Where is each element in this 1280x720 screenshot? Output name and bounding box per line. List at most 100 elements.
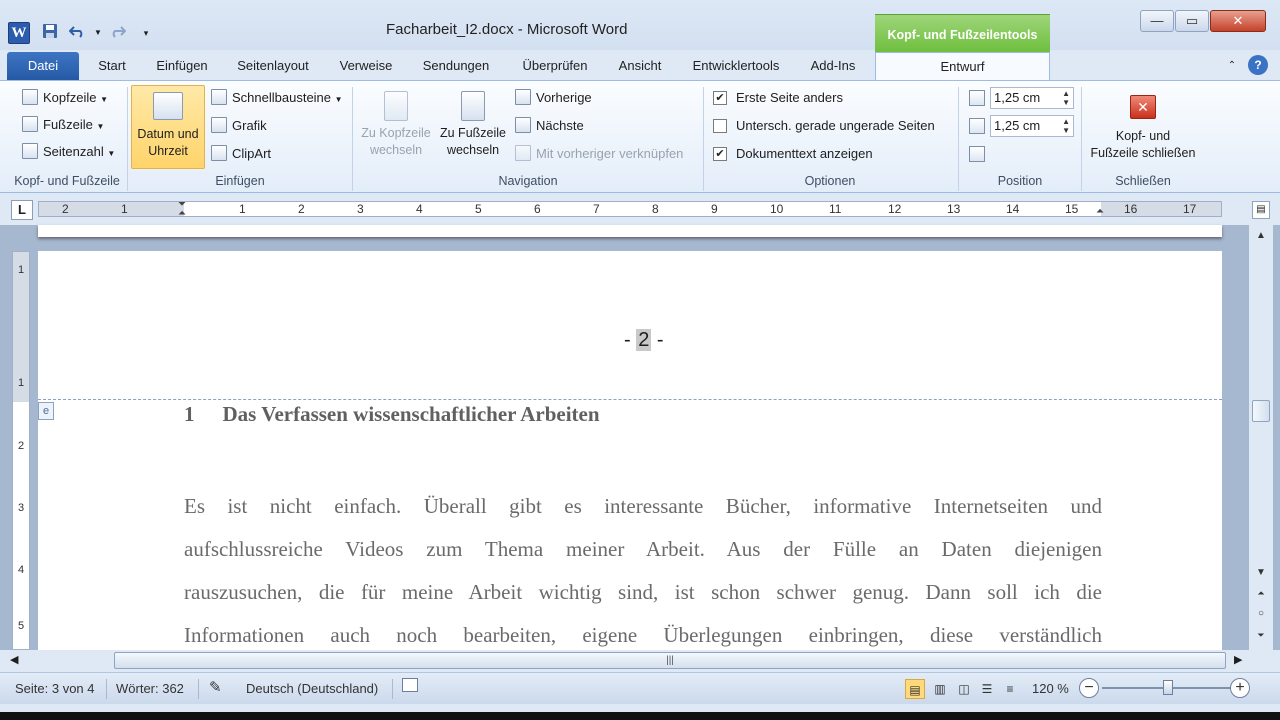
right-indent-marker[interactable]: ⏶ xyxy=(1096,206,1104,217)
minimize-button[interactable]: — xyxy=(1140,10,1174,32)
save-icon[interactable] xyxy=(40,23,60,43)
redo-icon[interactable] xyxy=(107,23,127,43)
previous-page-icon[interactable]: ⏶ xyxy=(1253,585,1269,601)
close-window-button[interactable]: ✕ xyxy=(1210,10,1266,32)
language-indicator[interactable]: Deutsch (Deutschland) xyxy=(246,681,378,696)
paragraph-line[interactable]: rauszusuchen, die für meine Arbeit wicht… xyxy=(184,577,1102,607)
kopfzeile-button[interactable]: Kopfzeile ▼ xyxy=(22,87,108,109)
ruler-margin-left xyxy=(39,202,184,216)
tab-ueberpruefen[interactable]: Überprüfen xyxy=(512,52,598,80)
outline-view-icon[interactable]: ☰ xyxy=(977,679,997,699)
scroll-down-icon[interactable]: ▼ xyxy=(1253,565,1269,581)
tab-seitenlayout[interactable]: Seitenlayout xyxy=(230,52,316,80)
horizontal-scrollbar[interactable]: ◀ ||| ▶ xyxy=(0,650,1280,672)
document-page[interactable]: - 2 - e 1 Das Verfassen wissenschaftliche… xyxy=(38,251,1222,650)
tab-datei[interactable]: Datei xyxy=(7,52,79,80)
paragraph-line[interactable]: Informationen auch noch bearbeiten, eige… xyxy=(184,620,1102,650)
word-count[interactable]: Wörter: 362 xyxy=(116,681,184,696)
zu-kopfzeile-button[interactable]: Zu Kopfzeile wechseln xyxy=(356,91,436,159)
word-app-icon[interactable]: W xyxy=(8,22,30,44)
zoom-in-icon[interactable]: + xyxy=(1230,678,1250,698)
browse-object-icon[interactable]: ○ xyxy=(1253,606,1269,622)
customize-qat-icon[interactable]: ▾ xyxy=(136,23,156,43)
vorherige-button[interactable]: Vorherige xyxy=(515,87,592,109)
vertical-ruler[interactable]: 1 1 2 3 4 5 xyxy=(12,251,30,650)
clipart-icon xyxy=(211,145,227,161)
draft-view-icon[interactable]: ≡ xyxy=(1000,679,1020,699)
scroll-right-icon[interactable]: ▶ xyxy=(1234,653,1242,666)
quick-parts-icon xyxy=(211,89,227,105)
zoom-level[interactable]: 120 % xyxy=(1032,681,1069,696)
seitenzahl-button[interactable]: Seitenzahl ▼ xyxy=(22,141,115,163)
document-heading[interactable]: 1 Das Verfassen wissenschaftlicher Arbeit… xyxy=(184,402,600,427)
vertical-scrollbar[interactable]: ▲ ▼ ⏶ ○ ⏷ xyxy=(1249,225,1273,650)
tab-entwurf[interactable]: Entwurf xyxy=(875,52,1050,81)
naechste-button[interactable]: Nächste xyxy=(515,115,584,137)
proofing-icon[interactable]: ✎ xyxy=(209,678,222,696)
tab-entwicklertools[interactable]: Entwicklertools xyxy=(684,52,788,80)
tab-selector[interactable]: L xyxy=(11,200,33,220)
zu-fusszeile-button[interactable]: Zu Fußzeile wechseln xyxy=(434,91,512,159)
dokumenttext-checkbox[interactable]: ✔ xyxy=(713,147,727,161)
group-label-navigation: Navigation xyxy=(498,174,558,188)
minimize-ribbon-icon[interactable]: ⌃ xyxy=(1222,52,1242,80)
ruler-number: 7 xyxy=(593,202,600,216)
horizontal-scroll-thumb[interactable]: ||| xyxy=(114,652,1226,669)
group-label-optionen: Optionen xyxy=(804,174,856,188)
undo-dropdown-icon[interactable]: ▼ xyxy=(88,23,108,43)
clipart-button[interactable]: ClipArt xyxy=(211,143,271,165)
zoom-out-icon[interactable]: − xyxy=(1079,678,1099,698)
tab-start[interactable]: Start xyxy=(90,52,134,80)
scroll-left-icon[interactable]: ◀ xyxy=(10,653,18,666)
datum-uhrzeit-button[interactable]: Datum und Uhrzeit xyxy=(131,85,205,169)
paragraph-line[interactable]: aufschlussreiche Videos zum Thema meiner… xyxy=(184,534,1102,564)
ribbon-tabs: Datei Start Einfügen Seitenlayout Verwei… xyxy=(0,52,1280,81)
next-page-icon[interactable]: ⏷ xyxy=(1253,627,1269,643)
ruler-number: 4 xyxy=(416,202,423,216)
tab-einfuegen[interactable]: Einfügen xyxy=(150,52,214,80)
ruler-number: 5 xyxy=(475,202,482,216)
header-position-input[interactable]: 1,25 cm ▲ ▼ xyxy=(990,87,1074,109)
tab-ansicht[interactable]: Ansicht xyxy=(612,52,668,80)
insert-alignment-tab-icon[interactable] xyxy=(969,146,985,162)
grafik-button[interactable]: Grafik xyxy=(211,115,267,137)
footer-bottom-icon xyxy=(969,118,985,134)
schnellbausteine-button[interactable]: Schnellbausteine ▼ xyxy=(211,87,343,109)
ruler-number: 2 xyxy=(62,202,69,216)
web-layout-icon[interactable]: ◫ xyxy=(954,679,974,699)
ruler-number: 12 xyxy=(888,202,902,216)
macro-record-icon[interactable] xyxy=(402,678,418,692)
ruler-number: 14 xyxy=(1006,202,1020,216)
ruler-strip[interactable]: 2 1 1 2 3 4 5 6 7 8 9 10 11 12 13 14 15 16 17 ⏷ ⏶ ⏶ xyxy=(38,199,1222,219)
verknuepfen-button[interactable]: Mit vorheriger verknüpfen xyxy=(515,143,683,165)
ruler-number: 3 xyxy=(357,202,364,216)
untersch-checkbox[interactable] xyxy=(713,119,727,133)
undo-icon[interactable] xyxy=(68,23,88,43)
full-screen-reading-icon[interactable]: ▥ xyxy=(930,679,950,699)
paragraph-line[interactable]: Es ist nicht einfach. Überall gibt es in… xyxy=(184,491,1102,521)
print-layout-view-icon[interactable]: ▤ xyxy=(905,679,925,699)
ruler-number: 2 xyxy=(298,202,305,216)
hanging-indent-marker[interactable]: ⏶ xyxy=(178,208,186,219)
page-count[interactable]: Seite: 3 von 4 xyxy=(15,681,95,696)
untersch-label: Untersch. gerade ungerade Seiten xyxy=(736,118,935,133)
tab-addins[interactable]: Add-Ins xyxy=(802,52,864,80)
fusszeile-button[interactable]: Fußzeile ▼ xyxy=(22,114,104,136)
scroll-up-icon[interactable]: ▲ xyxy=(1253,228,1269,244)
view-ruler-icon[interactable]: ▤ xyxy=(1252,201,1270,219)
maximize-button[interactable]: ▭ xyxy=(1175,10,1209,32)
link-icon xyxy=(515,145,531,161)
close-header-footer-button[interactable]: ✕ Kopf- und Fußzeile schließen xyxy=(1086,95,1200,162)
footer-position-input[interactable]: 1,25 cm ▲ ▼ xyxy=(990,115,1074,137)
zoom-slider-thumb[interactable] xyxy=(1163,680,1173,695)
help-icon[interactable]: ? xyxy=(1248,55,1268,75)
vertical-ruler-number: 3 xyxy=(17,502,25,514)
vertical-scroll-thumb[interactable] xyxy=(1252,400,1270,422)
erste-seite-checkbox[interactable]: ✔ xyxy=(713,91,727,105)
tab-verweise[interactable]: Verweise xyxy=(334,52,398,80)
page-number-field[interactable]: - 2 - xyxy=(624,329,664,352)
goto-header-icon xyxy=(384,91,408,121)
ruler-number: 13 xyxy=(947,202,961,216)
tab-sendungen[interactable]: Sendungen xyxy=(416,52,496,80)
vertical-ruler-number: 5 xyxy=(17,620,25,632)
